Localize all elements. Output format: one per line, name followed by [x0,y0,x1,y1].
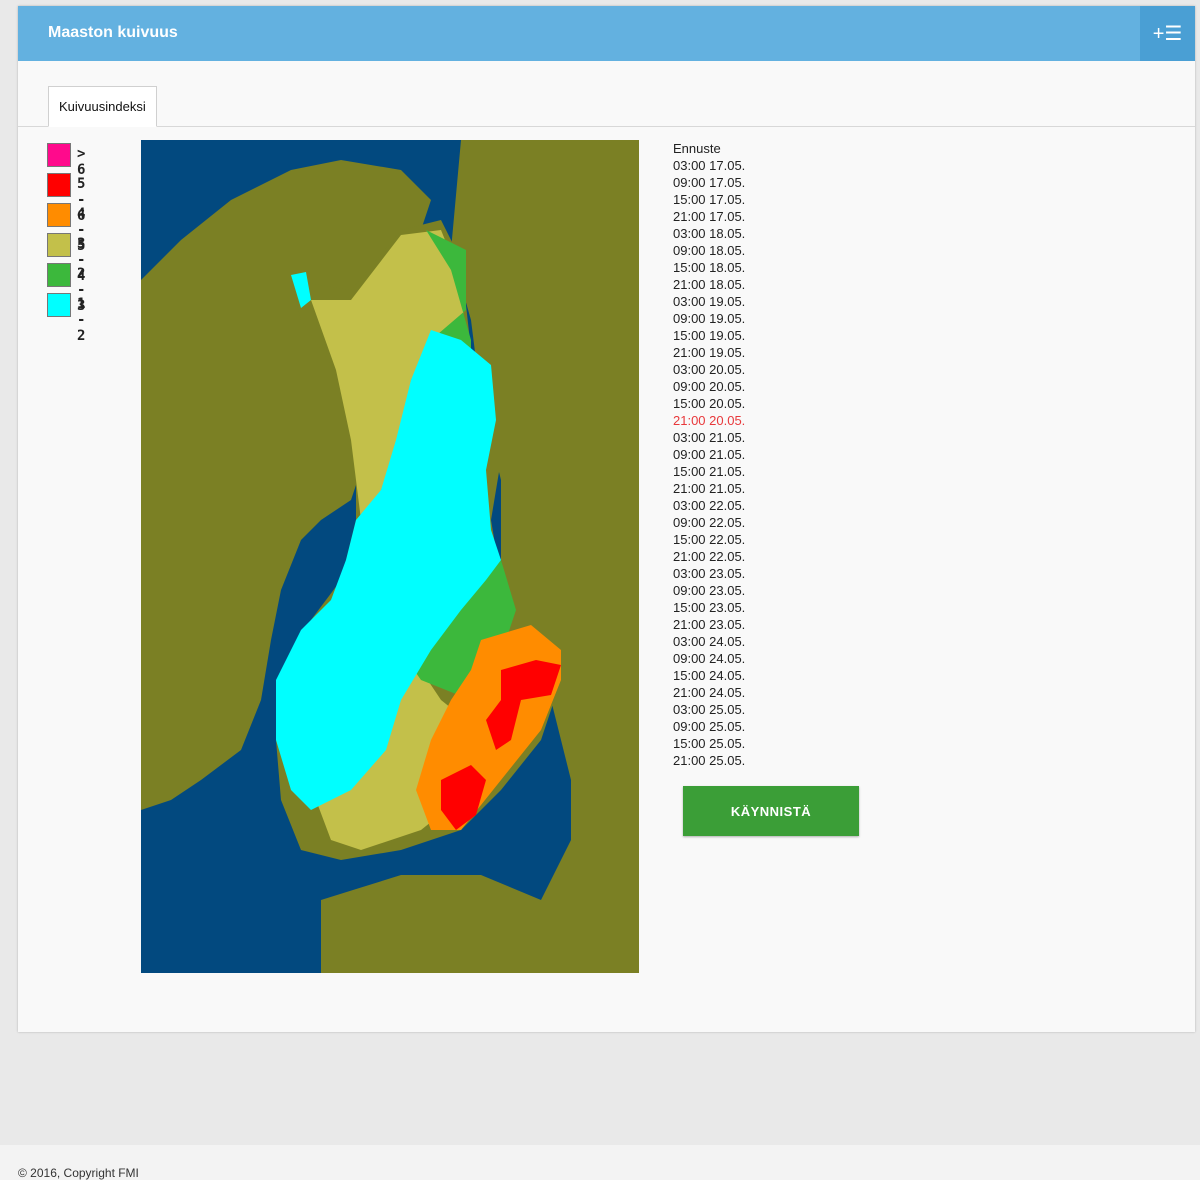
forecast-time-item[interactable]: 15:00 17.05. [673,191,745,208]
forecast-time-item[interactable]: 09:00 21.05. [673,446,745,463]
forecast-time-item[interactable]: 09:00 22.05. [673,514,745,531]
forecast-time-item[interactable]: 15:00 25.05. [673,735,745,752]
forecast-time-item[interactable]: 21:00 17.05. [673,208,745,225]
forecast-time-item[interactable]: 09:00 23.05. [673,582,745,599]
forecast-time-item[interactable]: 03:00 22.05. [673,497,745,514]
main-panel: Maaston kuivuus +☰ Kuivuusindeksi > 6 5 … [18,6,1195,1032]
forecast-time-item[interactable]: 21:00 25.05. [673,752,745,769]
legend-swatch [47,233,71,257]
forecast-time-item[interactable]: 09:00 17.05. [673,174,745,191]
map-land-estonia [321,875,541,973]
tab-bar: Kuivuusindeksi [18,86,1195,127]
forecast-time-item[interactable]: 09:00 24.05. [673,650,745,667]
forecast-heading: Ennuste [673,141,721,156]
forecast-time-item[interactable]: 21:00 20.05. [673,412,745,429]
forecast-list: Ennuste 03:00 17.05. 09:00 17.05. 15:00 17… [673,140,745,769]
forecast-time-item[interactable]: 15:00 23.05. [673,599,745,616]
forecast-time-item[interactable]: 03:00 20.05. [673,361,745,378]
legend-swatch [47,203,71,227]
forecast-time-item[interactable]: 03:00 19.05. [673,293,745,310]
start-button[interactable]: KÄYNNISTÄ [683,786,859,836]
forecast-time-item[interactable]: 21:00 21.05. [673,480,745,497]
forecast-time-item[interactable]: 03:00 21.05. [673,429,745,446]
legend-swatch [47,173,71,197]
forecast-time-item[interactable]: 15:00 18.05. [673,259,745,276]
footer: © 2016, Copyright FMI [0,1145,1200,1180]
forecast-time-item[interactable]: 21:00 18.05. [673,276,745,293]
app-header: Maaston kuivuus +☰ [18,6,1195,61]
legend-swatch [47,293,71,317]
legend-swatch [47,263,71,287]
forecast-time-item[interactable]: 21:00 23.05. [673,616,745,633]
forecast-time-item[interactable]: 15:00 20.05. [673,395,745,412]
forecast-time-item[interactable]: 03:00 17.05. [673,157,745,174]
dryness-map-image [141,140,639,973]
forecast-time-item[interactable]: 21:00 24.05. [673,684,745,701]
legend-label: 1 - 2 [77,296,86,344]
add-list-icon: +☰ [1152,23,1183,45]
forecast-time-item[interactable]: 15:00 22.05. [673,531,745,548]
forecast-time-item[interactable]: 03:00 23.05. [673,565,745,582]
forecast-items: 03:00 17.05. 09:00 17.05. 15:00 17.05. 21:0… [673,157,745,769]
legend-label: > 6 [77,146,86,178]
forecast-time-item[interactable]: 09:00 20.05. [673,378,745,395]
dryness-map [141,140,639,973]
forecast-time-item[interactable]: 09:00 25.05. [673,718,745,735]
forecast-time-item[interactable]: 09:00 18.05. [673,242,745,259]
forecast-time-item[interactable]: 09:00 19.05. [673,310,745,327]
forecast-time-item[interactable]: 03:00 25.05. [673,701,745,718]
forecast-time-item[interactable]: 21:00 19.05. [673,344,745,361]
forecast-time-item[interactable]: 03:00 24.05. [673,633,745,650]
forecast-time-item[interactable]: 03:00 18.05. [673,225,745,242]
tab-kuivuusindeksi[interactable]: Kuivuusindeksi [48,86,157,127]
forecast-time-item[interactable]: 15:00 21.05. [673,463,745,480]
app-title: Maaston kuivuus [48,24,178,41]
copyright-text: © 2016, Copyright FMI [18,1166,139,1180]
legend-swatch [47,143,71,167]
forecast-time-item[interactable]: 21:00 22.05. [673,548,745,565]
add-list-menu-button[interactable]: +☰ [1140,6,1195,61]
forecast-time-item[interactable]: 15:00 24.05. [673,667,745,684]
forecast-time-item[interactable]: 15:00 19.05. [673,327,745,344]
